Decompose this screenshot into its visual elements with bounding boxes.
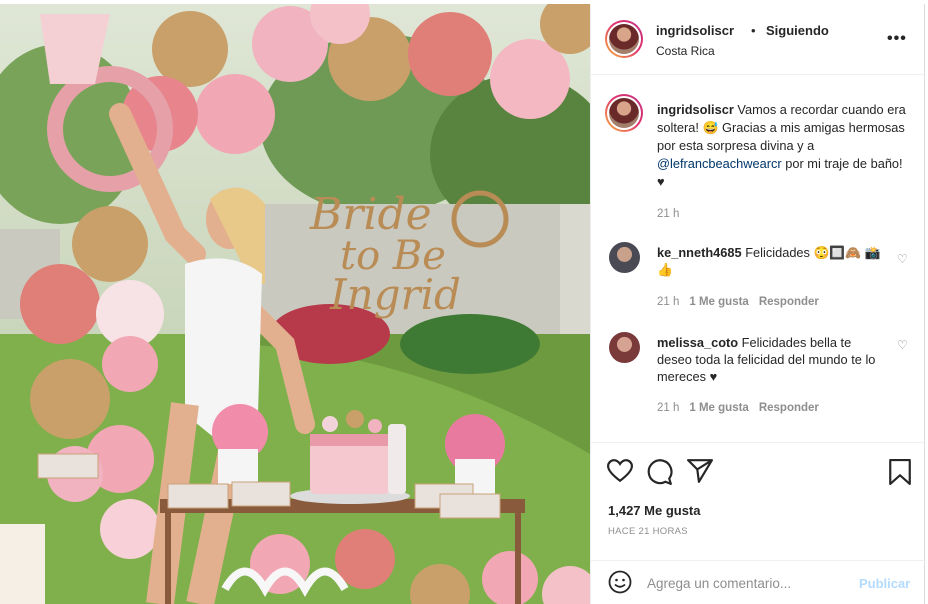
party-photo-illustration: Bride to Be Ingrid: [0, 4, 590, 604]
like-count[interactable]: 1,427 Me gusta: [608, 503, 701, 518]
comment-text: melissa_coto Felicidades bella te deseo …: [657, 334, 882, 385]
comment-meta: 21 h 1 Me gusta Responder: [657, 402, 819, 414]
caption-username[interactable]: ingridsoliscr: [657, 102, 734, 117]
caption-text: ingridsoliscr Vamos a recordar cuando er…: [657, 101, 912, 191]
comment-username[interactable]: melissa_coto: [657, 335, 738, 350]
add-comment-bar: Publicar: [591, 560, 926, 604]
send-icon[interactable]: [687, 459, 713, 483]
comment-like-icon[interactable]: ♡: [897, 338, 908, 352]
comment-meta: 21 h 1 Me gusta Responder: [657, 296, 819, 308]
caption-avatar[interactable]: [605, 94, 643, 132]
comment-time[interactable]: 21 h: [657, 402, 679, 414]
following-button[interactable]: Siguiendo: [766, 23, 829, 38]
emoji-icon[interactable]: [608, 570, 632, 594]
post-header: ingridsoliscr • Siguiendo Costa Rica •••: [591, 4, 926, 75]
publish-button[interactable]: Publicar: [859, 576, 910, 591]
post-photo[interactable]: Bride to Be Ingrid: [0, 4, 590, 604]
comments-list[interactable]: ingridsoliscr Vamos a recordar cuando er…: [591, 76, 926, 441]
comment-input[interactable]: [647, 572, 847, 594]
caption-time[interactable]: 21 h: [657, 208, 679, 220]
comment-reply-button[interactable]: Responder: [759, 402, 819, 414]
avatar[interactable]: [605, 20, 643, 58]
post-timestamp[interactable]: HACE 21 HORAS: [608, 526, 688, 537]
comment-username[interactable]: ke_nneth4685: [657, 245, 742, 260]
comment-reply-button[interactable]: Responder: [759, 296, 819, 308]
post-actions: 1,427 Me gusta HACE 21 HORAS: [591, 442, 926, 552]
heart-icon[interactable]: [607, 459, 633, 483]
topper-line-3: Ingrid: [329, 270, 461, 319]
caption-mention[interactable]: @lefrancbeachwearcr: [657, 156, 782, 171]
header-username[interactable]: ingridsoliscr: [656, 23, 734, 38]
post-side-panel: ingridsoliscr • Siguiendo Costa Rica •••…: [590, 4, 926, 604]
bookmark-icon[interactable]: [889, 459, 911, 485]
comment-avatar[interactable]: [609, 332, 640, 363]
comment-like-icon[interactable]: ♡: [897, 252, 908, 266]
comment-text: ke_nneth4685 Felicidades 😳🔲🙈 📸👍: [657, 244, 882, 278]
comment-avatar[interactable]: [609, 242, 640, 273]
separator-dot: •: [751, 23, 756, 38]
light-box-sign: [0, 524, 45, 604]
more-options-icon[interactable]: •••: [887, 30, 907, 48]
comment-likes[interactable]: 1 Me gusta: [689, 296, 748, 308]
comment-likes[interactable]: 1 Me gusta: [689, 402, 748, 414]
comment-time[interactable]: 21 h: [657, 296, 679, 308]
comment-icon[interactable]: [647, 459, 673, 485]
location-link[interactable]: Costa Rica: [656, 44, 715, 58]
